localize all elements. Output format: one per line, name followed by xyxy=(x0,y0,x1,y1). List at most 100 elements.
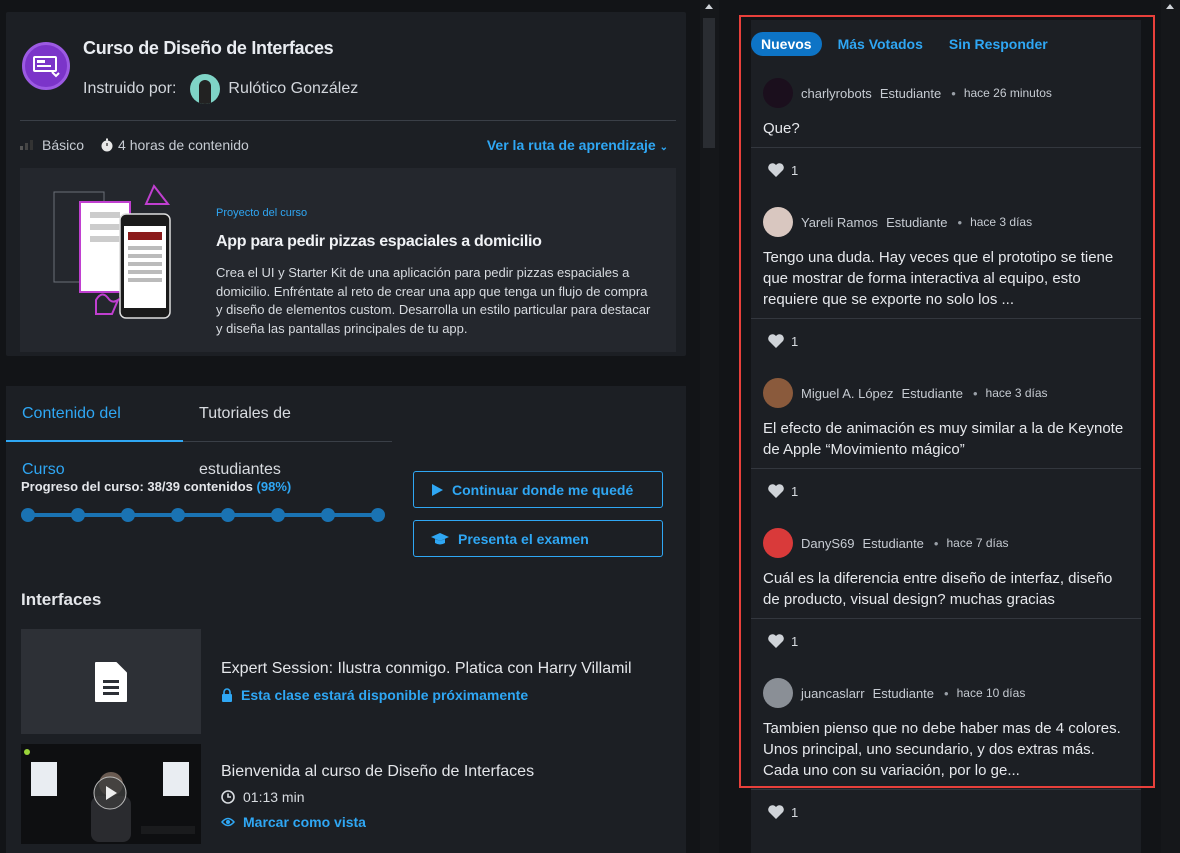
like-button[interactable]: 1 xyxy=(767,333,798,349)
chevron-down-icon: ⌄ xyxy=(659,142,668,153)
comment-role: Estudiante xyxy=(862,535,924,551)
comment-time: hace 10 días xyxy=(956,686,1026,700)
comment-header: DanyS69 Estudiante • hace 7 días xyxy=(763,528,1009,558)
right-scrollbar[interactable] xyxy=(1161,0,1180,853)
comment-username[interactable]: Yareli Ramos xyxy=(801,215,878,230)
header-divider xyxy=(20,120,676,121)
like-count: 1 xyxy=(791,633,799,649)
instructor-avatar[interactable] xyxy=(190,74,221,104)
like-button[interactable]: 1 xyxy=(767,804,798,820)
tab-newest[interactable]: Nuevos xyxy=(751,32,822,56)
comment-time: hace 7 días xyxy=(946,536,1009,550)
lesson-item[interactable]: Expert Session: Ilustra conmigo. Platica… xyxy=(21,629,661,734)
like-button[interactable]: 1 xyxy=(767,483,798,499)
comment-text[interactable]: Que? xyxy=(763,118,1133,139)
project-title: App para pedir pizzas espaciales a domic… xyxy=(216,233,542,250)
section-title: Interfaces xyxy=(21,590,102,609)
comment-header: charlyrobots Estudiante • hace 26 minutos xyxy=(763,78,1052,108)
comment-username[interactable]: charlyrobots xyxy=(801,86,872,101)
scroll-up-arrow-icon[interactable] xyxy=(705,4,713,9)
comment-username[interactable]: DanyS69 xyxy=(801,536,854,551)
user-avatar[interactable] xyxy=(763,78,793,108)
scrollbar-thumb[interactable] xyxy=(703,18,715,148)
eye-icon xyxy=(221,817,235,827)
heart-icon xyxy=(768,334,784,348)
left-scrollbar[interactable] xyxy=(700,0,719,853)
comment-username[interactable]: Miguel A. López xyxy=(801,386,894,401)
separator-dot: • xyxy=(944,685,949,701)
user-avatar[interactable] xyxy=(763,678,793,708)
mark-as-viewed-link[interactable]: Marcar como vista xyxy=(221,814,366,830)
exam-button-label: Presenta el examen xyxy=(458,530,589,547)
comment-text[interactable]: El efecto de animación es muy similar a … xyxy=(763,418,1133,460)
continue-button[interactable]: Continuar donde me quedé xyxy=(413,471,663,508)
project-illustration xyxy=(53,184,171,319)
comment-filter-tabs: Nuevos Más Votados Sin Responder xyxy=(751,32,1064,56)
tab-most-voted[interactable]: Más Votados xyxy=(828,32,933,56)
instructor-name[interactable]: Rulótico González xyxy=(228,80,358,98)
comment-role: Estudiante xyxy=(901,385,963,401)
like-count: 1 xyxy=(791,162,799,178)
comments-panel: Nuevos Más Votados Sin Responder charlyr… xyxy=(719,0,1180,853)
comment-time: hace 3 días xyxy=(985,386,1048,400)
comment-text[interactable]: Cuál es la diferencia entre diseño de in… xyxy=(763,568,1133,610)
mark-as-viewed-text: Marcar como vista xyxy=(243,814,366,830)
progress-dot xyxy=(221,508,235,522)
progress-text: Progreso del curso: 38/39 contenidos xyxy=(21,479,253,494)
instructor-row: Instruido por: Rulótico González xyxy=(83,74,358,104)
comment-username[interactable]: juancaslarr xyxy=(801,686,865,701)
project-tag: Proyecto del curso xyxy=(216,207,308,219)
user-avatar[interactable] xyxy=(763,207,793,237)
project-description: Crea el UI y Starter Kit de una aplicaci… xyxy=(216,265,651,336)
lesson-video-thumbnail xyxy=(21,744,201,844)
exam-button[interactable]: Presenta el examen xyxy=(413,520,663,557)
course-meta: Básico 4 horas de contenido xyxy=(20,137,249,153)
app-root: Curso de Diseño de Interfaces Instruido … xyxy=(0,0,1180,853)
progress-dot xyxy=(321,508,335,522)
course-panel: Curso de Diseño de Interfaces Instruido … xyxy=(0,0,700,853)
comment-header: Yareli Ramos Estudiante • hace 3 días xyxy=(763,207,1032,237)
comments-card: Nuevos Más Votados Sin Responder charlyr… xyxy=(751,20,1141,853)
lesson-duration-text: 01:13 min xyxy=(243,789,305,805)
progress-percent: (98%) xyxy=(256,479,292,494)
clock-icon xyxy=(221,790,235,804)
content-tabs: Contenido del Curso Tutoriales de estudi… xyxy=(6,386,392,478)
course-project[interactable]: Proyecto del curso App para pedir pizzas… xyxy=(20,168,676,352)
course-hours-text: 4 horas de contenido xyxy=(118,137,249,153)
separator-dot: • xyxy=(951,85,956,101)
user-avatar[interactable] xyxy=(763,378,793,408)
learning-path-link[interactable]: Ver la ruta de aprendizaje ⌄ xyxy=(487,137,668,153)
like-button[interactable]: 1 xyxy=(767,162,798,178)
user-avatar[interactable] xyxy=(763,528,793,558)
lesson-title: Bienvenida al curso de Diseño de Interfa… xyxy=(221,763,535,780)
like-button[interactable]: 1 xyxy=(767,633,798,649)
course-hours: 4 horas de contenido xyxy=(100,137,249,153)
separator-dot: • xyxy=(933,535,939,551)
progress-dot xyxy=(171,508,185,522)
comment-time: hace 3 días xyxy=(970,215,1033,229)
comment-role: Estudiante xyxy=(886,214,948,230)
course-content-card: Contenido del Curso Tutoriales de estudi… xyxy=(6,386,686,853)
comment-divider xyxy=(751,618,1141,619)
lesson-title: Expert Session: Ilustra conmigo. Platica… xyxy=(221,660,632,677)
progress-dot xyxy=(271,508,285,522)
lock-icon xyxy=(222,688,232,702)
progress-label: Progreso del curso: 38/39 contenidos (98… xyxy=(21,479,291,494)
comment-text[interactable]: Tambien pienso que no debe haber mas de … xyxy=(763,718,1133,781)
comment-role: Estudiante xyxy=(872,685,935,701)
heart-icon xyxy=(768,484,784,498)
tab-unanswered[interactable]: Sin Responder xyxy=(939,32,1058,56)
play-overlay-icon[interactable] xyxy=(93,776,127,810)
stopwatch-icon xyxy=(101,138,113,152)
comment-text[interactable]: Tengo una duda. Hay veces que el prototi… xyxy=(763,247,1133,310)
lesson-item[interactable]: Bienvenida al curso de Diseño de Interfa… xyxy=(21,744,661,844)
learning-path-label: Ver la ruta de aprendizaje xyxy=(486,137,656,153)
document-icon xyxy=(95,661,127,702)
tab-student-tutorials[interactable]: Tutoriales de estudiantes xyxy=(183,386,392,478)
tab-course-content[interactable]: Contenido del Curso xyxy=(6,386,184,478)
comment-divider xyxy=(751,318,1141,319)
scroll-up-arrow-icon[interactable] xyxy=(1166,4,1174,9)
like-count: 1 xyxy=(791,804,799,820)
course-level: Básico xyxy=(42,137,85,153)
lesson-thumbnail xyxy=(21,629,201,734)
